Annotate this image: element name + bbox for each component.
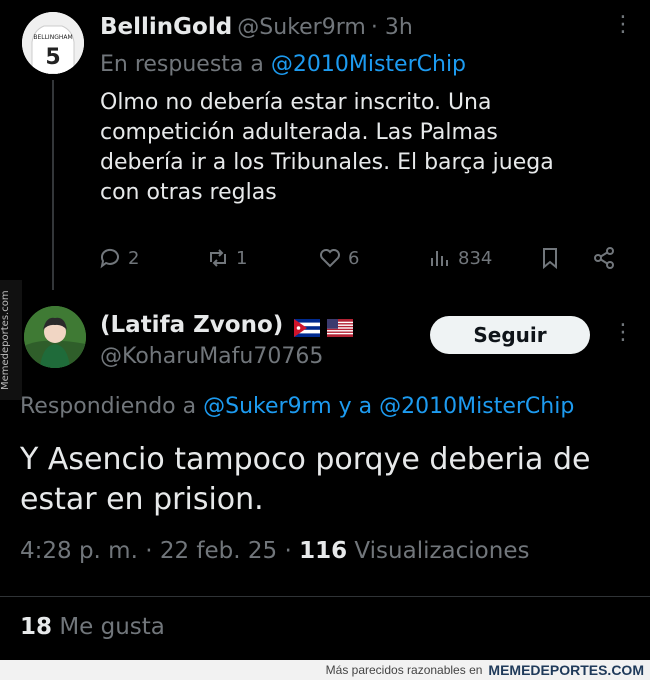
tweet1-text-line: competición adulterada. Las Palmas [100, 120, 498, 145]
tweet2-author-name[interactable]: (Latifa Zvono) [100, 312, 283, 338]
heart-icon [320, 249, 340, 268]
avatar-bellingold[interactable]: BELLINGHAM 5 [22, 12, 84, 74]
footer-text: Más parecidos razonables en [325, 663, 483, 677]
tweet1-author-name[interactable]: BellinGold [100, 14, 232, 40]
replying-prefix: Respondiendo a [20, 394, 197, 419]
like-button[interactable]: 6 [318, 246, 359, 270]
tweet2-metadata: 4:28 p. m. · 22 feb. 25 · 116 Visualizac… [20, 538, 529, 564]
reply-prefix: En respuesta a [100, 52, 264, 77]
replying-user-link[interactable]: @Suker9rm [203, 394, 332, 419]
replying-user-link[interactable]: @2010MisterChip [379, 394, 574, 419]
tweet2-likes[interactable]: 18 Me gusta [20, 614, 165, 640]
avatar-latifa[interactable] [24, 306, 86, 368]
tweet2-author-name-row: (Latifa Zvono) [100, 312, 354, 338]
tweet2-timestamp[interactable]: 4:28 p. m. · 22 feb. 25 · [20, 538, 292, 564]
tweet2-text-line: Y Asencio tampoco porqye deberia de [20, 442, 591, 477]
bookmark-button[interactable] [538, 246, 562, 270]
tweet2-likes-label: Me gusta [59, 614, 165, 640]
tweet2-author-handle[interactable]: @KoharuMafu70765 [100, 344, 323, 369]
tweet1-reply-context: En respuesta a @2010MisterChip [100, 52, 466, 77]
divider [0, 596, 650, 597]
svg-text:BELLINGHAM: BELLINGHAM [33, 34, 72, 41]
views-icon [431, 251, 448, 266]
views-button[interactable]: 834 [428, 246, 492, 270]
usa-flag-icon [327, 318, 354, 337]
tweet2-likes-count: 18 [20, 614, 53, 640]
jersey-avatar-image: BELLINGHAM 5 [22, 12, 84, 74]
bookmark-icon [543, 248, 557, 270]
thread-line [52, 80, 54, 290]
tweet1-header: BellinGold @Suker9rm · 3h [100, 14, 413, 40]
tweet1-more-icon[interactable]: ⋮ [612, 12, 634, 37]
side-watermark: Memedeportes.com [0, 280, 22, 400]
reply-button[interactable]: 2 [98, 246, 139, 270]
tweet1-text-line: Olmo no debería estar inscrito. Una [100, 90, 492, 115]
tweet1-author-handle[interactable]: @Suker9rm [237, 15, 366, 40]
share-icon [594, 247, 614, 269]
anime-avatar-image [24, 306, 86, 368]
svg-text:5: 5 [45, 45, 60, 70]
replying-and: y a [338, 394, 373, 419]
tweet2-views-label: Visualizaciones [354, 538, 530, 564]
tweet1-text: Olmo no debería estar inscrito. Una comp… [100, 88, 620, 208]
views-count: 834 [458, 247, 493, 269]
retweet-button[interactable]: 1 [206, 246, 247, 270]
tweet2-views-count: 116 [299, 538, 348, 564]
retweet-icon [210, 249, 226, 267]
footer-banner: Más parecidos razonables en MEMEDEPORTES… [0, 660, 650, 680]
cuba-flag-icon [294, 318, 321, 337]
tweet2-text: Y Asencio tampoco porqye deberia de esta… [20, 440, 630, 520]
tweet1-action-bar: 2 1 6 834 [98, 246, 618, 276]
like-count: 6 [348, 247, 360, 269]
retweet-count: 1 [236, 247, 248, 269]
tweet2-more-icon[interactable]: ⋮ [612, 320, 634, 345]
share-button[interactable] [592, 246, 616, 270]
reply-count: 2 [128, 247, 140, 269]
tweet1-text-line: con otras reglas [100, 180, 277, 205]
follow-button[interactable]: Seguir [430, 316, 590, 354]
tweet1-text-line: debería ir a los Tribunales. El barça ju… [100, 150, 554, 175]
tweet1-time[interactable]: · 3h [371, 15, 413, 40]
reply-icon [100, 248, 119, 269]
tweet2-replying-context: Respondiendo a @Suker9rm y a @2010Mister… [20, 394, 574, 419]
tweet2-text-line: estar en prision. [20, 482, 264, 517]
reply-target-link[interactable]: @2010MisterChip [271, 52, 466, 77]
footer-brand-logo[interactable]: MEMEDEPORTES.COM [488, 662, 644, 678]
